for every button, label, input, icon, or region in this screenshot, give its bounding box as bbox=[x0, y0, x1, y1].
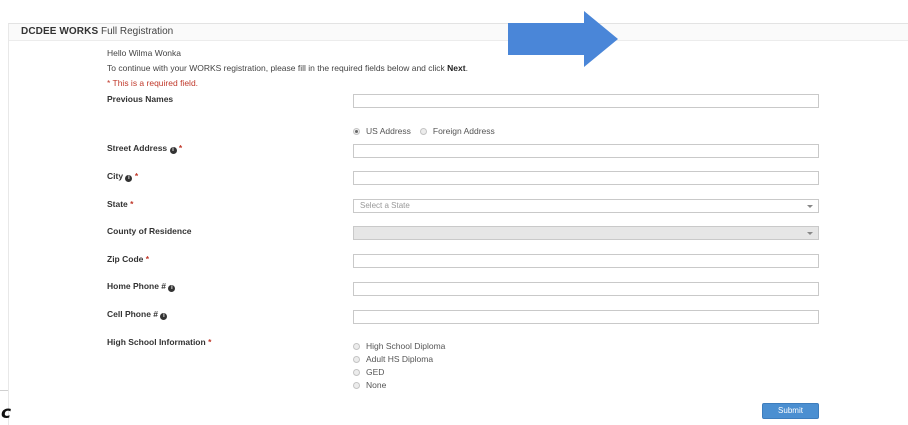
ged-radio[interactable] bbox=[353, 368, 360, 376]
high-school-option: High School Diploma bbox=[353, 341, 445, 351]
info-icon[interactable]: i bbox=[160, 313, 168, 320]
state-select[interactable]: Select a State bbox=[353, 199, 819, 213]
required-star: * bbox=[208, 337, 212, 347]
street-address-label-text: Street Address bbox=[107, 143, 168, 153]
text-fragment: c bbox=[1, 403, 12, 423]
high-school-label-text: High School Information bbox=[107, 337, 206, 347]
high-school-option: None bbox=[353, 380, 386, 390]
previous-names-input[interactable] bbox=[353, 94, 819, 108]
address-type-group: US Address Foreign Address bbox=[353, 126, 495, 136]
zip-code-input[interactable] bbox=[353, 254, 819, 268]
right-arrow-icon bbox=[508, 11, 618, 67]
instruction-suffix: . bbox=[465, 63, 468, 73]
info-icon[interactable]: i bbox=[169, 147, 177, 154]
chevron-down-icon bbox=[807, 205, 813, 208]
required-note: * This is a required field. bbox=[107, 78, 199, 88]
panel-header: DCDEE WORKS Full Registration bbox=[9, 24, 908, 41]
instruction-next: Next bbox=[447, 63, 466, 73]
title-brand: DCDEE WORKS bbox=[21, 26, 99, 37]
home-phone-label: Home Phone # i bbox=[107, 281, 176, 292]
cell-phone-label: Cell Phone # i bbox=[107, 309, 168, 320]
previous-names-label: Previous Names bbox=[107, 94, 174, 104]
cell-phone-input[interactable] bbox=[353, 310, 819, 324]
high-school-option: GED bbox=[353, 367, 384, 377]
required-star: * bbox=[134, 171, 139, 181]
none-label: None bbox=[366, 380, 387, 390]
ged-label: GED bbox=[366, 367, 385, 377]
city-label-text: City bbox=[107, 171, 124, 181]
title-rest: Full Registration bbox=[98, 26, 174, 37]
none-radio[interactable] bbox=[353, 381, 360, 389]
home-phone-input[interactable] bbox=[353, 282, 819, 296]
county-select bbox=[353, 226, 819, 240]
submit-button[interactable]: Submit bbox=[762, 403, 819, 419]
us-address-label: US Address bbox=[366, 126, 411, 136]
city-label: City i * bbox=[107, 171, 138, 182]
instruction-text: To continue with your WORKS registration… bbox=[107, 63, 468, 73]
cell-phone-label-text: Cell Phone # bbox=[107, 309, 159, 319]
us-address-radio[interactable] bbox=[353, 127, 360, 135]
foreign-address-label: Foreign Address bbox=[432, 126, 495, 136]
chevron-down-icon bbox=[807, 232, 813, 235]
info-icon[interactable]: i bbox=[125, 175, 133, 182]
high-school-diploma-radio[interactable] bbox=[353, 342, 360, 350]
zip-code-label: Zip Code * bbox=[107, 254, 149, 264]
state-label: State * bbox=[107, 199, 133, 209]
greeting-text: Hello Wilma Wonka bbox=[107, 48, 182, 58]
high-school-label: High School Information * bbox=[107, 337, 211, 347]
street-address-input[interactable] bbox=[353, 144, 819, 158]
page-title: DCDEE WORKS Full Registration bbox=[21, 26, 173, 37]
foreign-address-radio[interactable] bbox=[419, 127, 427, 135]
adult-hs-diploma-label: Adult HS Diploma bbox=[366, 354, 434, 364]
high-school-option: Adult HS Diploma bbox=[353, 354, 433, 364]
state-label-text: State bbox=[107, 199, 128, 209]
home-phone-label-text: Home Phone # bbox=[107, 281, 167, 291]
required-star: * bbox=[178, 143, 183, 153]
divider bbox=[0, 390, 8, 391]
instruction-prefix: To continue with your WORKS registration… bbox=[107, 63, 448, 73]
state-placeholder: Select a State bbox=[360, 201, 410, 210]
required-star: * bbox=[130, 199, 134, 209]
street-address-label: Street Address i * bbox=[107, 143, 182, 154]
county-label: County of Residence bbox=[107, 226, 192, 236]
zip-code-label-text: Zip Code bbox=[107, 254, 144, 264]
high-school-diploma-label: High School Diploma bbox=[366, 341, 446, 351]
city-input[interactable] bbox=[353, 171, 819, 185]
info-icon[interactable]: i bbox=[168, 285, 176, 292]
adult-hs-diploma-radio[interactable] bbox=[353, 355, 360, 363]
required-star: * bbox=[145, 254, 150, 264]
